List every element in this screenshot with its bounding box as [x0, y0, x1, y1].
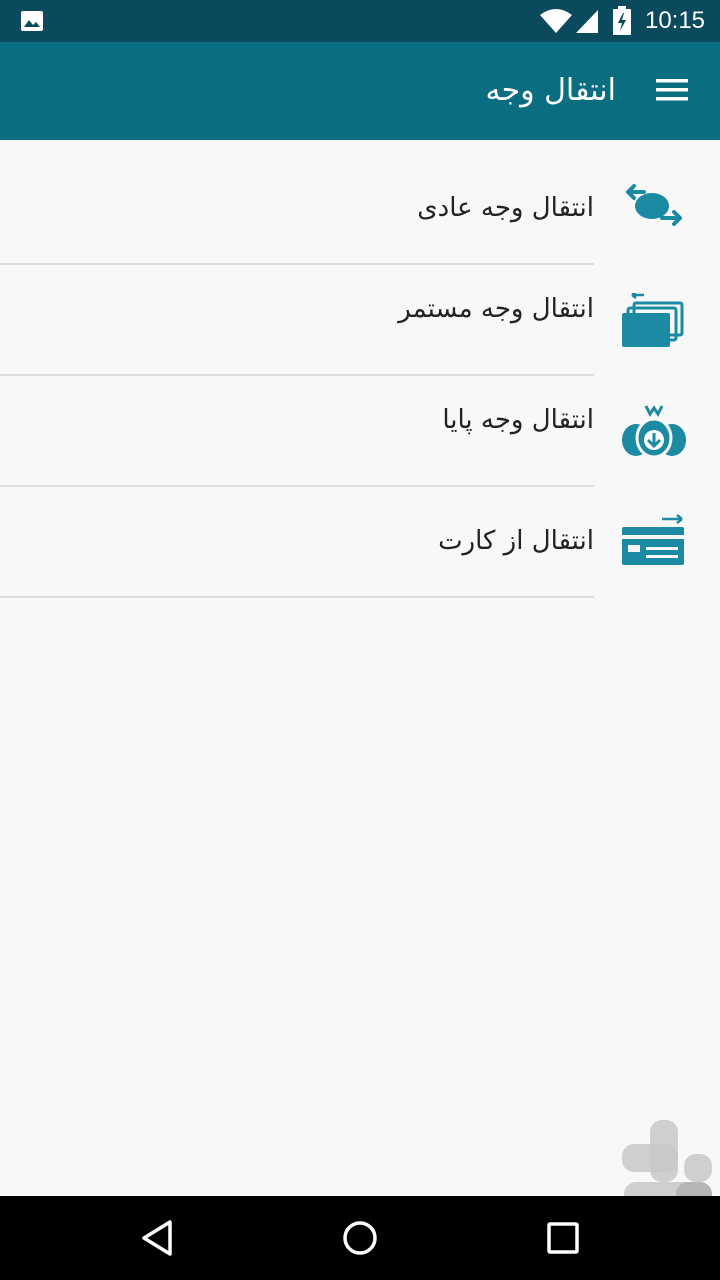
menu-item-label: انتقال از کارت — [438, 526, 594, 556]
menu-item-label: انتقال وجه مستمر — [398, 294, 594, 324]
exchange-icon — [626, 184, 682, 226]
page-title: انتقال وجه — [485, 73, 616, 108]
money-bags-icon — [622, 405, 686, 458]
menu-item-recurring-transfer[interactable]: انتقال وجه مستمر — [0, 265, 720, 376]
menu-item-normal-transfer[interactable]: انتقال وجه عادی — [0, 140, 720, 265]
recurring-cards-icon — [622, 293, 684, 347]
image-icon — [21, 11, 43, 31]
signal-icon — [576, 10, 598, 33]
system-nav-bar — [0, 1196, 720, 1280]
menu-item-card-transfer[interactable]: انتقال از کارت — [0, 487, 720, 598]
divider — [0, 596, 594, 598]
menu-item-label: انتقال وجه عادی — [417, 193, 594, 223]
battery-icon — [613, 6, 631, 35]
status-time: 10:15 — [644, 7, 706, 34]
home-icon[interactable] — [340, 1218, 380, 1258]
menu-item-label: انتقال وجه پایا — [442, 405, 594, 435]
menu-icon[interactable] — [654, 72, 690, 108]
menu-item-paya-transfer[interactable]: انتقال وجه پایا — [0, 376, 720, 487]
card-transfer-icon — [622, 514, 684, 565]
back-icon[interactable] — [138, 1218, 178, 1258]
wifi-icon — [540, 9, 572, 33]
status-bar: 10:15 — [0, 0, 720, 42]
transfer-menu-list: انتقال وجه عادی انتقال وجه مستمر انتقال … — [0, 140, 720, 598]
recents-icon[interactable] — [543, 1218, 583, 1258]
app-bar: انتقال وجه — [0, 42, 720, 140]
